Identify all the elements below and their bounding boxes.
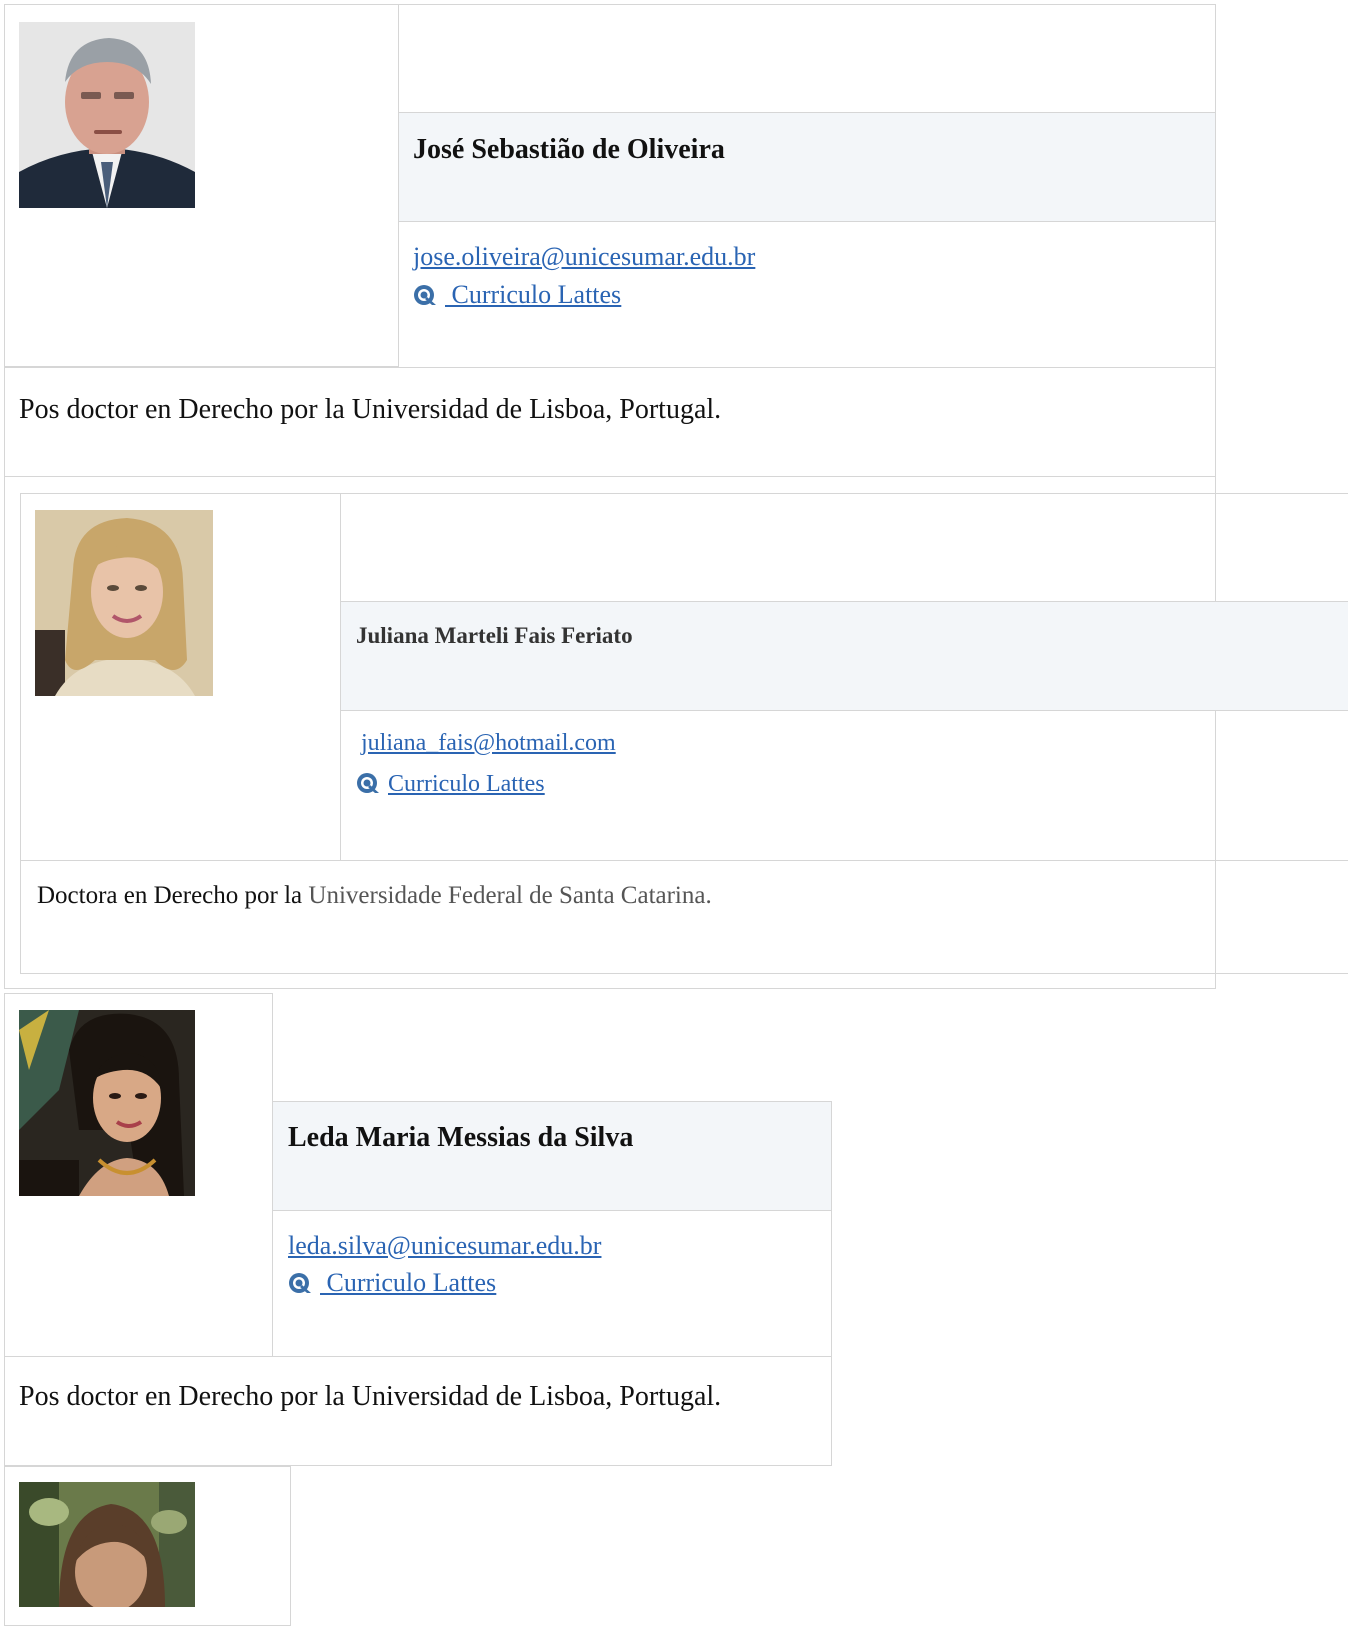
lattes-logo-icon	[414, 285, 436, 305]
lattes-logo-icon	[357, 773, 379, 793]
person-2-name-cell	[340, 601, 1348, 711]
person-3-name: Leda Maria Messias da Silva	[288, 1122, 634, 1153]
person-2-lattes-link[interactable]: Curriculo Lattes	[356, 771, 545, 798]
person-2-description-cell	[20, 860, 1348, 974]
person-3-name-cell	[272, 1101, 832, 1211]
person-2-email-link[interactable]: juliana_fais@hotmail.com	[361, 730, 616, 757]
person-1-name-cell	[398, 112, 1216, 222]
person-4-photo	[19, 1482, 195, 1607]
person-2-name: Juliana Marteli Fais Feriato	[356, 623, 633, 648]
person-3-lattes-label: Curriculo Lattes	[320, 1268, 497, 1297]
person-1-lattes-label: Curriculo Lattes	[445, 280, 622, 309]
person-1-description: Pos doctor en Derecho por la Universidad…	[19, 394, 722, 425]
person-1-photo	[19, 22, 195, 208]
person-3-email-link[interactable]: leda.silva@unicesumar.edu.br	[288, 1231, 601, 1261]
person-1-name: José Sebastião de Oliveira	[413, 134, 725, 165]
person-2-lattes-label: Curriculo Lattes	[388, 771, 545, 797]
lattes-logo-icon	[289, 1273, 311, 1293]
person-1-email-link[interactable]: jose.oliveira@unicesumar.edu.br	[413, 242, 755, 272]
person-3-photo	[19, 1010, 195, 1196]
person-2-photo	[35, 510, 213, 696]
person-3-description: Pos doctor en Derecho por la Universidad…	[19, 1381, 722, 1412]
person-2-description: Doctora en Derecho por la Universidade F…	[37, 882, 712, 910]
person-2-description-university: Universidade Federal de Santa Catarina.	[308, 882, 712, 909]
person-2-description-prefix: Doctora en Derecho por la	[37, 882, 309, 909]
person-3-lattes-link[interactable]: Curriculo Lattes	[288, 1268, 496, 1298]
person-1-lattes-link[interactable]: Curriculo Lattes	[413, 280, 621, 310]
